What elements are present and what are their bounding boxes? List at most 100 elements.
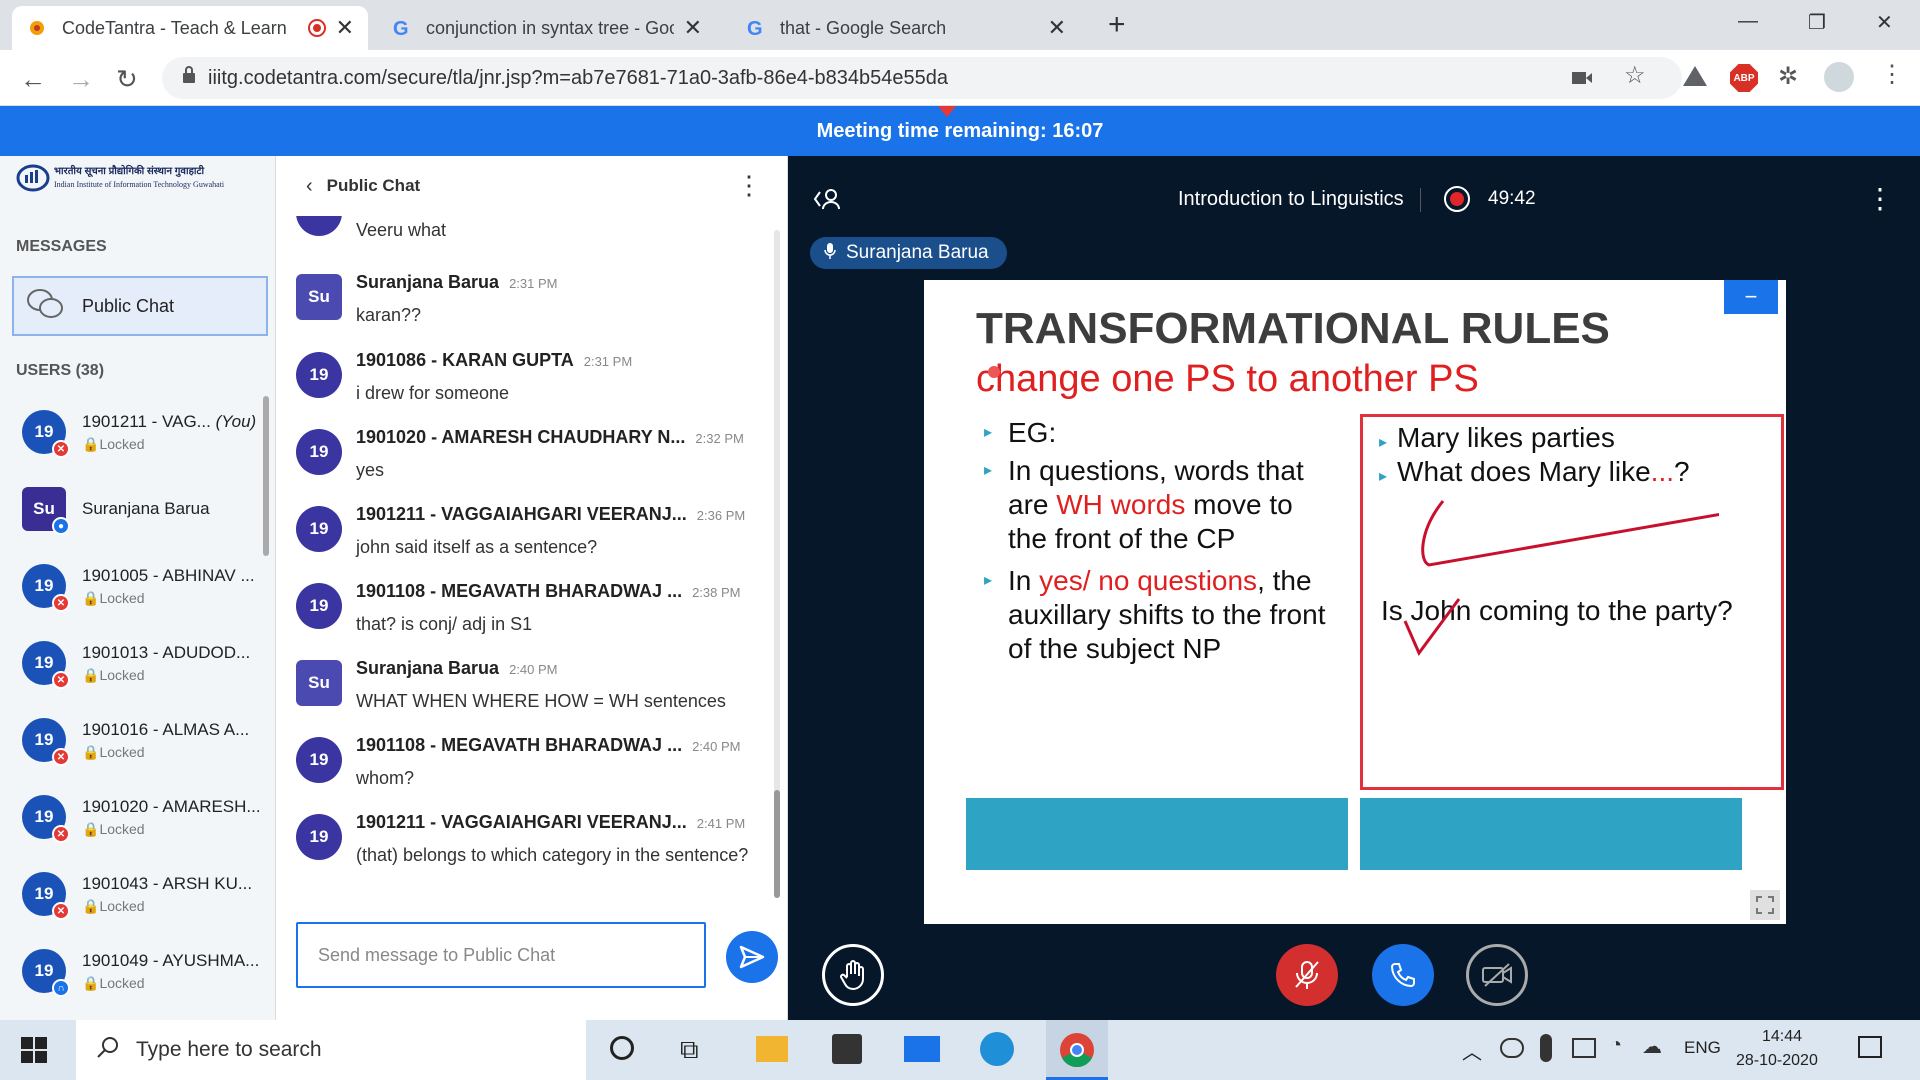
language-indicator[interactable]: ENG <box>1684 1038 1721 1058</box>
chevron-left-icon[interactable]: ‹ <box>306 175 313 198</box>
close-tab-icon[interactable]: ✕ <box>1048 15 1066 41</box>
minimize-presentation-button[interactable]: − <box>1724 280 1778 314</box>
tray-expand-icon[interactable]: ︿ <box>1462 1036 1482 1065</box>
onedrive-icon[interactable] <box>1500 1038 1524 1058</box>
user-status: 🔒Locked <box>82 743 145 760</box>
chrome-menu-icon[interactable]: ⋮ <box>1880 60 1904 89</box>
send-button[interactable] <box>726 931 778 983</box>
battery-icon[interactable] <box>1572 1038 1596 1058</box>
public-chat-label: Public Chat <box>82 295 175 316</box>
message-author: 1901086 - KARAN GUPTA <box>356 350 574 370</box>
tab-that-search[interactable]: G that - Google Search ✕ <box>730 6 1080 50</box>
chat-message-input[interactable]: Send message to Public Chat <box>296 922 706 988</box>
profile-avatar[interactable] <box>1824 62 1854 92</box>
clock-date[interactable]: 28-10-2020 <box>1736 1052 1818 1070</box>
adblock-icon[interactable]: ABP <box>1730 64 1758 92</box>
public-chat-button[interactable]: Public Chat <box>12 276 268 336</box>
user-list-item[interactable]: 19 ✕ 1901013 - ADUDOD... 🔒Locked <box>22 633 274 693</box>
messages-heading: MESSAGES <box>16 238 107 255</box>
volume-icon[interactable]: ☁ <box>1642 1034 1662 1059</box>
edge-icon[interactable] <box>980 1032 1014 1066</box>
user-list-item[interactable]: Su ● Suranjana Barua <box>22 479 274 539</box>
avatar <box>296 216 342 236</box>
chat-message: 19 1901108 - MEGAVATH BHARADWAJ ... 2:40 … <box>296 735 766 815</box>
lock-icon: 🔒 <box>82 897 100 914</box>
taskbar-search-box[interactable]: Type here to search <box>76 1020 586 1080</box>
close-window-icon[interactable]: ✕ <box>1876 10 1893 35</box>
tab-conjunction-search[interactable]: G conjunction in syntax tree - Goog ✕ <box>376 6 716 50</box>
reload-icon[interactable]: ↻ <box>116 64 138 95</box>
toggle-userlist-icon[interactable] <box>812 186 842 217</box>
cortana-icon[interactable] <box>610 1036 634 1060</box>
options-menu-icon[interactable]: ⋮ <box>1866 182 1894 215</box>
message-text: whom? <box>356 768 415 788</box>
avatar: Su <box>296 274 342 320</box>
message-author: Suranjana Barua <box>356 658 500 678</box>
store-icon[interactable] <box>832 1034 862 1064</box>
chat-message: 19 1901020 - AMARESH CHAUDHARY N... 2:32 … <box>296 427 766 507</box>
camera-icon[interactable] <box>1570 66 1594 96</box>
message-author: 1901211 - VAGGAIAHGARI VEERANJ... <box>356 504 687 524</box>
sidebar-scrollbar[interactable] <box>263 396 269 556</box>
file-explorer-icon[interactable] <box>756 1036 788 1062</box>
message-time: 2:40 PM <box>509 662 558 677</box>
message-text: karan?? <box>356 305 422 325</box>
slide-subtitle: change one PS to another PS <box>976 358 1479 400</box>
slide-bullet: ▸ In yes/ no questions, the auxillary shi… <box>984 565 1326 664</box>
back-icon[interactable]: ← <box>20 64 46 95</box>
avatar: 19 <box>296 429 342 475</box>
video-off-button[interactable] <box>1466 944 1528 1006</box>
url-bar[interactable]: iiitg.codetantra.com/secure/tla/jnr.jsp?… <box>162 57 1682 99</box>
windows-start-icon[interactable] <box>20 1036 48 1069</box>
close-tab-icon[interactable]: ✕ <box>684 15 702 41</box>
wifi-icon[interactable]: ◔ <box>1610 1034 1622 1057</box>
chat-scrollbar[interactable] <box>774 230 780 898</box>
task-view-icon[interactable]: ⧉ <box>680 1034 699 1066</box>
notifications-icon[interactable] <box>1858 1036 1882 1058</box>
new-tab-icon[interactable]: + <box>1108 8 1126 42</box>
raise-hand-button[interactable] <box>822 944 884 1006</box>
user-list-item[interactable]: 19 ✕ 1901020 - AMARESH... 🔒Locked <box>22 787 274 847</box>
public-chat-panel: ‹ Public Chat ⋮ Veeru what Su Suranjana … <box>276 156 788 1020</box>
message-time: 2:38 PM <box>692 585 741 600</box>
bookmark-star-icon[interactable]: ☆ <box>1624 61 1646 90</box>
fullscreen-icon[interactable] <box>1750 890 1780 920</box>
message-author: 1901211 - VAGGAIAHGARI VEERANJ... <box>356 812 687 832</box>
avatar: 19 ✕ <box>22 564 70 612</box>
extensions-icon[interactable]: ✲ <box>1778 62 1798 91</box>
user-list-item[interactable]: 19 ∩ 1901049 - AYUSHMA... 🔒Locked <box>22 941 274 1001</box>
chat-scrollbar-thumb[interactable] <box>774 790 780 898</box>
message-time: 2:31 PM <box>509 276 558 291</box>
user-list-item[interactable]: 19 ✕ 1901043 - ARSH KU... 🔒Locked <box>22 864 274 924</box>
meeting-time-remaining: Meeting time remaining: 16:07 <box>816 119 1104 142</box>
minimize-icon[interactable]: — <box>1738 10 1758 33</box>
caret-marker-icon <box>938 106 956 117</box>
clock-time[interactable]: 14:44 <box>1762 1028 1802 1046</box>
user-list-item[interactable]: 19 ✕ 1901211 - VAG... (You) 🔒Locked <box>22 402 274 462</box>
forward-icon[interactable]: → <box>68 64 94 95</box>
user-list-item[interactable]: 19 ✕ 1901016 - ALMAS A... 🔒Locked <box>22 710 274 770</box>
camera-off-icon <box>1482 963 1512 987</box>
recording-icon[interactable] <box>1444 186 1470 212</box>
unmute-mic-button[interactable] <box>1276 944 1338 1006</box>
close-tab-icon[interactable]: ✕ <box>336 15 354 41</box>
mail-icon[interactable] <box>904 1036 940 1062</box>
lock-icon <box>182 66 196 90</box>
restore-icon[interactable]: ❐ <box>1808 10 1826 35</box>
slide-teal-block-right <box>1360 798 1742 870</box>
drive-icon[interactable] <box>1682 64 1708 93</box>
chrome-taskbar-button[interactable] <box>1046 1020 1108 1080</box>
avatar: 19 ✕ <box>22 718 70 766</box>
mic-tray-icon[interactable] <box>1540 1034 1552 1062</box>
chat-message: 19 1901211 - VAGGAIAHGARI VEERANJ... 2:36… <box>296 504 766 584</box>
audio-phone-button[interactable] <box>1372 944 1434 1006</box>
user-sidebar: भारतीय सूचना प्रौद्योगिकी संस्थान गुवाहा… <box>0 156 276 1020</box>
user-list-item[interactable]: 19 ✕ 1901005 - ABHINAV ... 🔒Locked <box>22 556 274 616</box>
tab-codetantra[interactable]: CodeTantra - Teach & Learn ✕ <box>12 6 368 50</box>
laser-pointer <box>988 366 1000 378</box>
chat-message: 19 1901108 - MEGAVATH BHARADWAJ ... 2:38 … <box>296 581 766 661</box>
chat-options-icon[interactable]: ⋮ <box>736 170 762 201</box>
recording-time: 49:42 <box>1488 188 1536 209</box>
hand-icon <box>840 960 864 991</box>
message-text: john said itself as a sentence? <box>356 537 598 557</box>
